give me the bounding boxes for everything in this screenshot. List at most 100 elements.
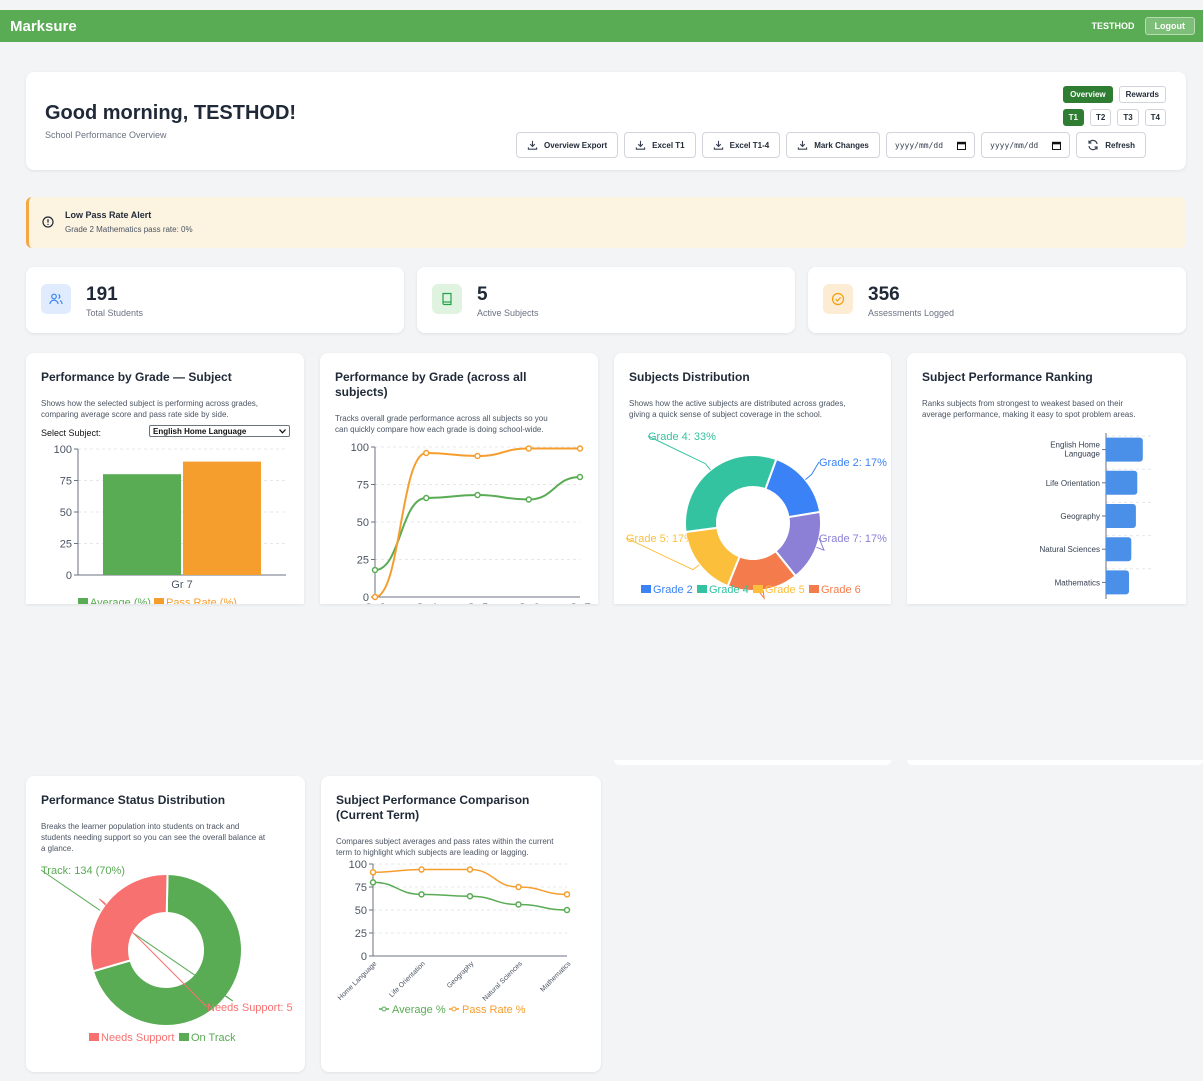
y-tick-label: 25 xyxy=(355,928,367,940)
card-description: average performance, making it easy to s… xyxy=(922,410,1136,419)
legend-label: Pass Rate % xyxy=(462,1004,526,1016)
start-date-input[interactable]: yyyy/mm/dd xyxy=(885,132,976,158)
card-title: Subjects Distribution xyxy=(629,370,750,384)
data-point xyxy=(371,593,379,601)
logout-button[interactable]: Logout xyxy=(1144,17,1195,35)
username: TESTHOD xyxy=(1091,21,1135,31)
tab-overview[interactable]: Overview xyxy=(1063,86,1113,103)
stat-total-students: 191 Total Students xyxy=(26,267,404,333)
bar xyxy=(1106,470,1138,495)
overview-export-button[interactable]: Overview Export xyxy=(516,132,619,158)
legend-swatch xyxy=(753,585,763,593)
legend-label: Needs Support xyxy=(101,1032,174,1044)
excel-t1-button[interactable]: Excel T1 xyxy=(624,132,696,158)
legend-label: Grade 5 xyxy=(765,584,805,596)
alert-title: Low Pass Rate Alert xyxy=(65,210,152,220)
legend-label: On Track xyxy=(191,1032,236,1044)
legend-swatch xyxy=(154,598,164,604)
card-description: Ranks subjects from strongest to weakest… xyxy=(922,399,1123,408)
x-tick-label: Mathematics xyxy=(539,960,572,993)
y-tick-label: Language xyxy=(1064,450,1100,459)
top-navbar: Marksure TESTHOD Logout xyxy=(0,10,1203,42)
stat-label: Total Students xyxy=(86,308,144,318)
end-date-input[interactable]: yyyy/mm/dd xyxy=(981,132,1071,158)
term-tabs: T1 T2 T3 T4 xyxy=(1062,109,1166,126)
stat-value: 356 xyxy=(868,284,900,305)
data-point xyxy=(525,496,532,503)
card-description: comparing average score and pass rate si… xyxy=(41,410,229,419)
slice-label: Track: 134 (70%) xyxy=(41,865,125,877)
data-point xyxy=(474,452,481,460)
chevron-down-icon xyxy=(279,429,286,434)
card-title-line1: Subject Performance Comparison xyxy=(336,793,530,807)
data-point xyxy=(423,449,430,457)
low-pass-rate-alert: Low Pass Rate Alert Grade 2 Mathematics … xyxy=(26,197,1186,248)
data-point xyxy=(466,866,474,873)
y-tick-label: 75 xyxy=(60,476,72,488)
brand-logo[interactable]: Marksure xyxy=(10,18,77,35)
x-tick-label: Geography xyxy=(446,960,476,990)
y-tick-label: 0 xyxy=(66,570,72,582)
subjects-distribution-donut: Grade 2: 17%Grade 7: 17%Grade 6: 17%Grad… xyxy=(625,431,887,600)
subject-ranking-card: Subject Performance Ranking Ranks subjec… xyxy=(907,353,1186,604)
term-t4[interactable]: T4 xyxy=(1144,109,1166,126)
refresh-button[interactable]: Refresh xyxy=(1076,132,1147,158)
data-point xyxy=(474,491,481,499)
calendar-icon[interactable] xyxy=(957,141,967,150)
y-tick-label: 50 xyxy=(355,905,367,917)
alert-message: Grade 2 Mathematics pass rate: 0% xyxy=(65,225,193,234)
refresh-label: Refresh xyxy=(1105,140,1136,150)
slice-label: Grade 5: 17% xyxy=(626,533,694,545)
status-distribution-donut: Track: 134 (70%) Needs Support: 5 Needs Su… xyxy=(40,865,293,1044)
stat-label: Active Subjects xyxy=(477,308,539,318)
term-t2[interactable]: T2 xyxy=(1089,109,1112,126)
card-description: giving a quick sense of subject coverage… xyxy=(629,410,823,419)
users-icon xyxy=(41,284,71,314)
slice-label: Grade 4: 33% xyxy=(648,431,716,443)
donut-slice xyxy=(89,873,169,973)
legend-label: Pass Rate (%) xyxy=(166,597,237,604)
alert-circle-icon xyxy=(42,216,54,228)
overview-export-label: Overview Export xyxy=(544,140,608,150)
y-tick-label: 100 xyxy=(54,444,72,456)
legend-swatch xyxy=(89,1033,99,1041)
term-t3[interactable]: T3 xyxy=(1117,109,1139,126)
card-description: Compares subject averages and pass rates… xyxy=(336,837,554,846)
data-point xyxy=(423,494,430,502)
bar xyxy=(1106,537,1132,562)
subject-comparison-card: Subject Performance Comparison (Current T… xyxy=(321,776,601,1072)
card-bottom-edge xyxy=(614,760,891,765)
bar xyxy=(1106,437,1143,462)
card-title-line2: (Current Term) xyxy=(336,808,420,822)
legend-label: Average (%) xyxy=(90,597,151,604)
legend-swatch xyxy=(697,585,707,593)
card-title: Subject Performance Ranking xyxy=(922,370,1093,384)
y-tick-label: 0 xyxy=(361,951,367,963)
subjects-distribution-card: Subjects Distribution Shows how the acti… xyxy=(614,353,891,604)
legend-marker xyxy=(451,1006,457,1012)
stat-assessments-logged: 356 Assessments Logged xyxy=(808,267,1186,333)
data-point xyxy=(371,566,379,574)
card-description: can quickly compare how each grade is do… xyxy=(335,425,544,434)
book-icon xyxy=(432,284,462,314)
x-tick-label: Gr 6 xyxy=(518,602,539,604)
data-point xyxy=(466,892,474,900)
legend-label: Grade 6 xyxy=(821,584,861,596)
tab-rewards[interactable]: Rewards xyxy=(1118,86,1166,103)
y-tick-label: 25 xyxy=(357,555,369,567)
subject-select[interactable]: English Home Language xyxy=(149,425,290,437)
y-tick-label: 25 xyxy=(60,539,72,551)
data-point xyxy=(576,445,584,452)
subject-comparison-line-chart: 0 25 50 75 100 Home Language Life Orientation G… xyxy=(337,860,573,1016)
card-title-line1: Performance by Grade (across all xyxy=(335,370,527,384)
end-date-placeholder: yyyy/mm/dd xyxy=(990,140,1039,150)
mark-changes-button[interactable]: Mark Changes xyxy=(786,132,880,158)
card-description: term to highlight which subjects are lea… xyxy=(336,848,529,857)
excel-t1-4-button[interactable]: Excel T1-4 xyxy=(701,132,781,158)
calendar-icon[interactable] xyxy=(1052,141,1062,150)
term-t1[interactable]: T1 xyxy=(1062,109,1084,126)
legend-label: Grade 2 xyxy=(653,584,693,596)
grade-all-subjects-card: Performance by Grade (across all subjects… xyxy=(320,353,598,604)
data-point xyxy=(369,869,377,876)
download-icon xyxy=(635,140,646,150)
